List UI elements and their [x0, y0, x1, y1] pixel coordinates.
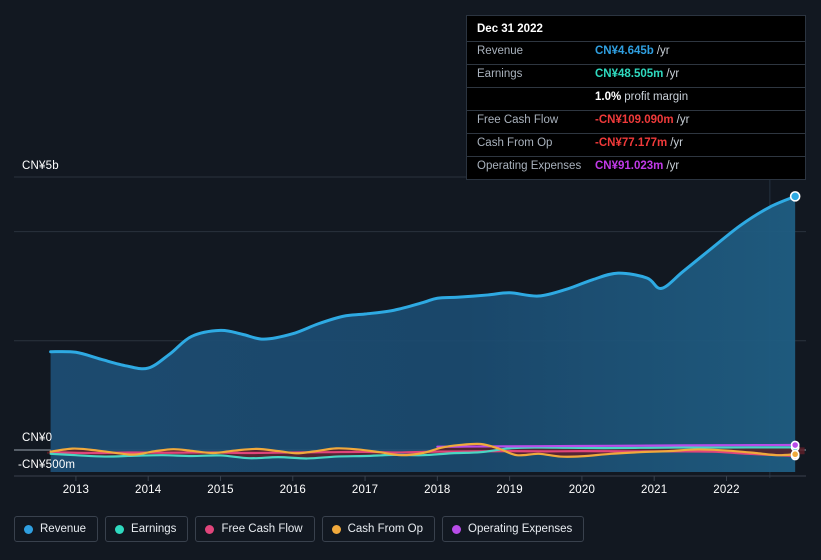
series-end-marker [790, 449, 800, 459]
tooltip-row-value: CN¥48.505m [595, 68, 664, 80]
tooltip-row-unit: /yr [670, 137, 684, 149]
tooltip-row-label: Free Cash Flow [477, 114, 559, 126]
financial-chart: CN¥5b CN¥0 -CN¥500m 2013 2014 2015 2016 2017… [0, 0, 821, 560]
tooltip-row-unit: profit margin [624, 91, 689, 103]
tooltip-row: Earnings CN¥48.505m/yr [467, 64, 805, 87]
x-axis-tick-2017: 2017 [351, 484, 379, 496]
legend-item-label: Revenue [40, 523, 87, 535]
tooltip-row-label: Operating Expenses [477, 160, 582, 172]
x-axis-tick-2013: 2013 [62, 484, 90, 496]
y-axis-label-bottom: -CN¥500m [18, 459, 76, 471]
x-axis-tick-2016: 2016 [279, 484, 306, 496]
tooltip-row-label: Revenue [477, 45, 524, 57]
x-axis-tick-2018: 2018 [424, 484, 451, 496]
x-axis-tick-2022: 2022 [713, 484, 740, 496]
legend-item-cash-from-op[interactable]: Cash From Op [321, 516, 436, 542]
tooltip-row-unit: /yr [676, 114, 690, 126]
tooltip-row-unit: /yr [656, 45, 670, 57]
legend-item-label: Earnings [131, 523, 177, 535]
legend-color-dot-icon [24, 524, 33, 534]
tooltip-row-unit: /yr [666, 160, 680, 172]
x-axis-tick-2019: 2019 [496, 484, 523, 496]
data-tooltip: Dec 31 2022 Revenue CN¥4.645b/yr Earnings C… [466, 15, 806, 180]
legend-color-dot-icon [452, 524, 462, 534]
legend-item-label: Operating Expenses [468, 523, 573, 535]
legend-item-label: Cash From Op [347, 523, 424, 535]
legend-item-operating-expenses[interactable]: Operating Expenses [442, 516, 585, 542]
tooltip-row-unit: /yr [666, 68, 680, 80]
revenue-area [50, 196, 796, 472]
legend-item-earnings[interactable]: Earnings [105, 516, 189, 542]
tooltip-rows: Revenue CN¥4.645b/yr Earnings CN¥48.505m/yr… [467, 41, 805, 179]
legend-color-dot-icon [115, 524, 125, 534]
legend-item-label: Free Cash Flow [221, 523, 303, 535]
x-axis-tick-2021: 2021 [640, 484, 668, 496]
tooltip-row: Revenue CN¥4.645b/yr [467, 41, 805, 64]
tooltip-row-value: -CN¥77.177m [595, 137, 668, 149]
tooltip-row-label: Cash From Op [477, 137, 553, 149]
y-axis-label-top: CN¥5b [22, 160, 59, 172]
tooltip-row-label: Earnings [477, 68, 523, 80]
tooltip-date: Dec 31 2022 [477, 23, 543, 35]
tooltip-row: 1.0% profit margin [467, 87, 805, 110]
series-end-marker [789, 191, 801, 202]
tooltip-row-value: CN¥4.645b [595, 45, 654, 57]
chart-legend: Revenue Earnings Free Cash Flow Cash From O… [14, 516, 585, 542]
series-end-marker [790, 440, 800, 450]
tooltip-row-value: 1.0% [595, 91, 622, 103]
tooltip-row: Free Cash Flow -CN¥109.090m/yr [467, 110, 805, 133]
tooltip-row: Operating Expenses CN¥91.023m/yr [467, 156, 805, 179]
y-axis-label-zero: CN¥0 [22, 432, 53, 444]
tooltip-row-value: CN¥91.023m [595, 160, 664, 172]
tooltip-row: Cash From Op -CN¥77.177m/yr [467, 133, 805, 156]
tooltip-row-value: -CN¥109.090m [595, 114, 674, 126]
legend-color-dot-icon [331, 524, 341, 534]
x-axis-tick-2020: 2020 [568, 484, 596, 496]
x-axis-tick-2015: 2015 [207, 484, 234, 496]
legend-item-revenue[interactable]: Revenue [14, 516, 99, 542]
legend-color-dot-icon [205, 524, 215, 534]
legend-item-free-cash-flow[interactable]: Free Cash Flow [195, 516, 315, 542]
x-axis-tick-2014: 2014 [134, 484, 162, 496]
